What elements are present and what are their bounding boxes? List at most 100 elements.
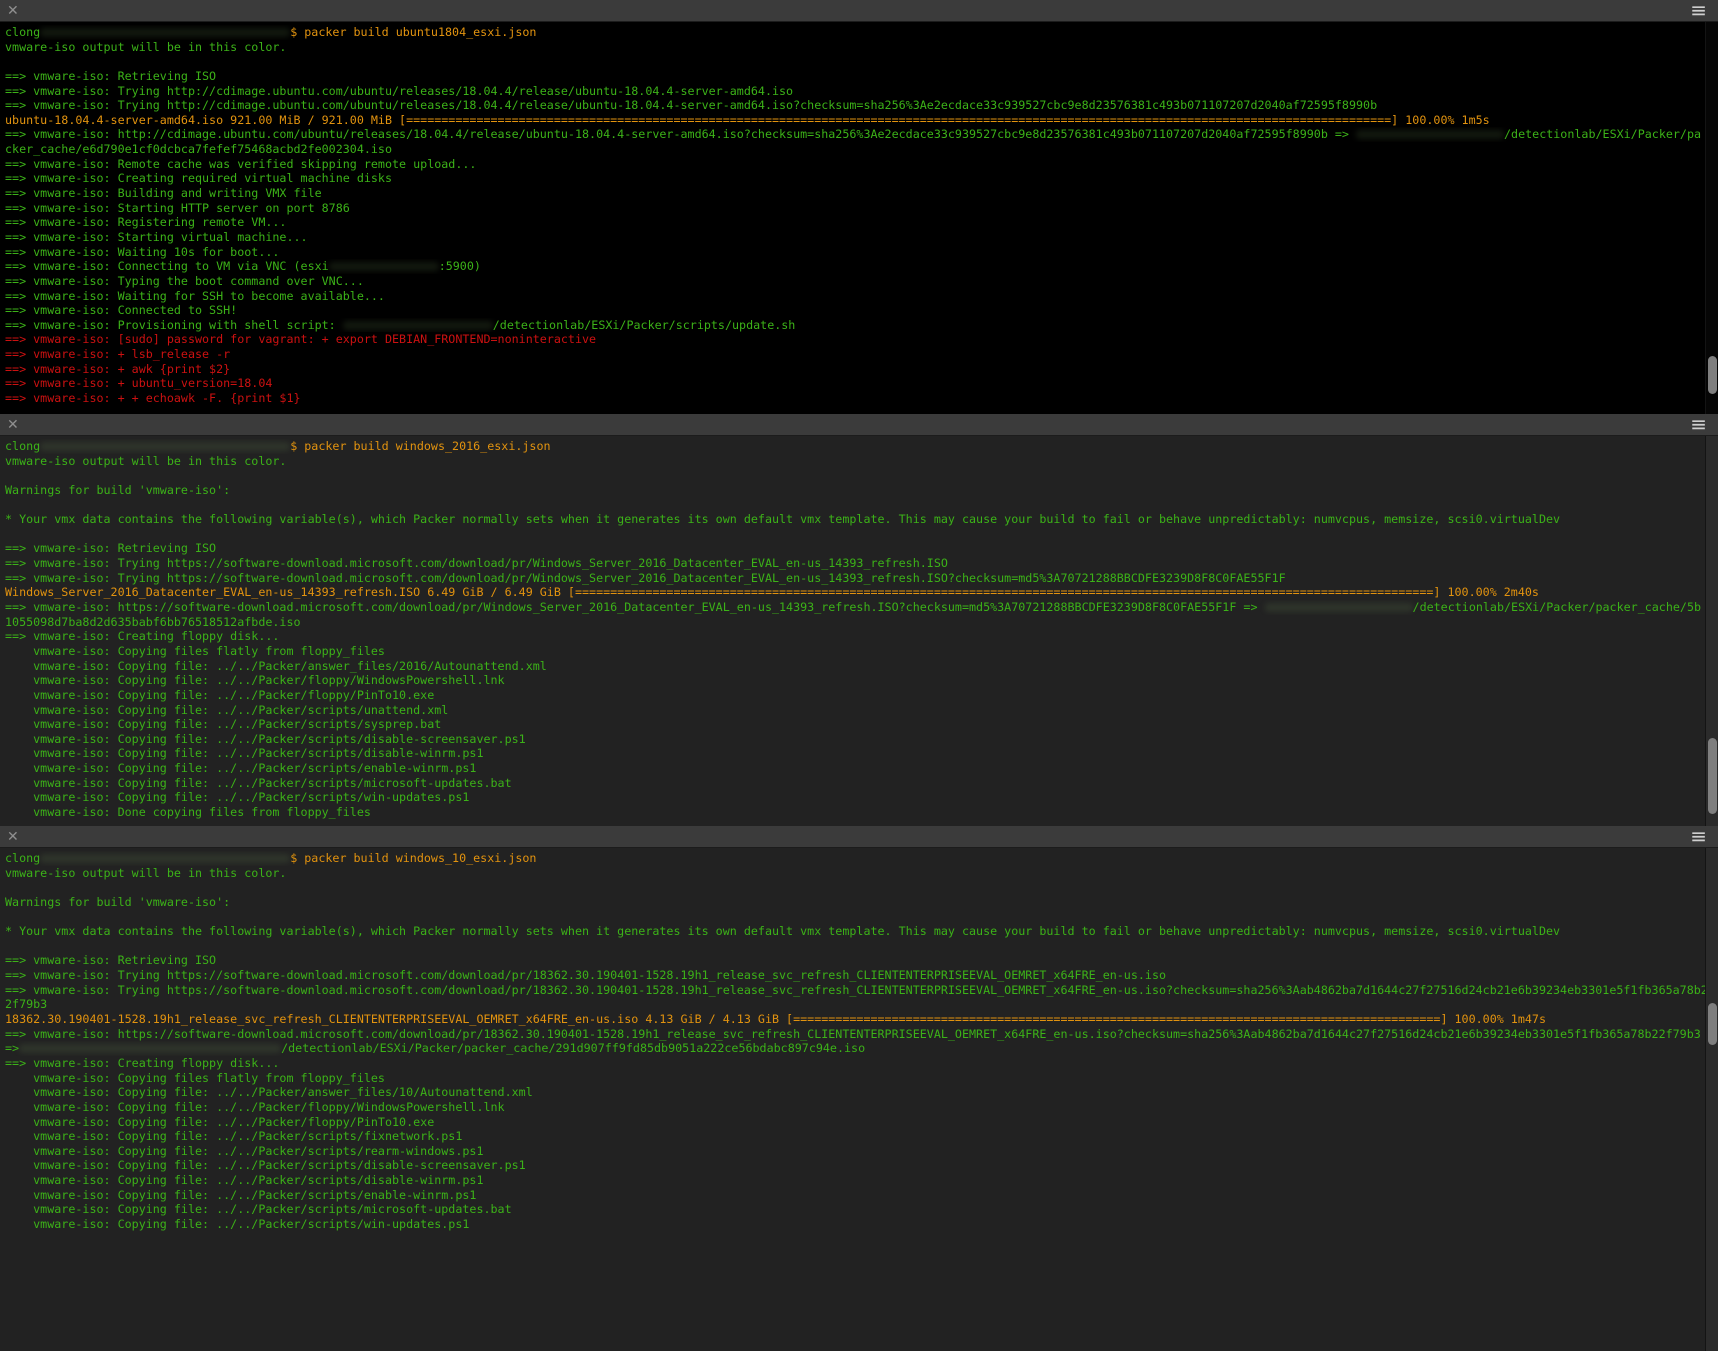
terminal-text: vmware-iso: Copying file: ../../Packer/s… (5, 1188, 476, 1202)
terminal-text: vmware-iso: Copying file: ../../Packer/f… (5, 1115, 434, 1129)
terminal-row (5, 910, 1718, 925)
terminal-row: vmware-iso: Copying file: ../../Packer/s… (5, 1217, 1718, 1232)
terminal-row: vmware-iso: Copying file: ../../Packer/a… (5, 659, 1718, 674)
terminal-text: vmware-iso: Copying file: ../../Packer/s… (5, 790, 469, 804)
terminal-text: vmware-iso: Copying file: ../../Packer/s… (5, 761, 476, 775)
terminal-rows: clong$ packer build windows_10_esxi.json… (0, 848, 1718, 1232)
scrollbar-thumb[interactable] (1708, 1003, 1717, 1045)
terminal-content[interactable]: clong$ packer build windows_10_esxi.json… (0, 848, 1718, 1351)
terminal-row: ==> vmware-iso: Provisioning with shell … (5, 318, 1718, 333)
menu-icon[interactable]: ≡ (1690, 413, 1706, 435)
terminal-row: vmware-iso: Copying file: ../../Packer/a… (5, 1085, 1718, 1100)
redacted-text-blur (329, 262, 439, 271)
titlebar[interactable]: ✕ ≡ (0, 0, 1718, 22)
terminal-row: ==> vmware-iso: [sudo] password for vagr… (5, 332, 1718, 347)
terminal-text: => (5, 1041, 19, 1055)
terminal-row: ==> vmware-iso: Trying https://software-… (5, 968, 1718, 983)
terminal-text: ==> vmware-iso: Starting HTTP server on … (5, 201, 350, 215)
terminal-text: $ packer build ubuntu1804_esxi.json (290, 25, 536, 39)
terminal-row: Windows_Server_2016_Datacenter_EVAL_en-u… (5, 585, 1718, 600)
terminal-row (5, 939, 1718, 954)
scrollbar-thumb[interactable] (1708, 356, 1717, 394)
terminal-row: ==> vmware-iso: http://cdimage.ubuntu.co… (5, 127, 1718, 142)
terminal-text: vmware-iso output will be in this color. (5, 454, 286, 468)
terminal-text: /detectionlab/ESXi/Packer/pa (1504, 127, 1701, 141)
titlebar[interactable]: ✕ ≡ (0, 414, 1718, 436)
terminal-text: vmware-iso: Copying file: ../../Packer/s… (5, 703, 448, 717)
terminal-row: vmware-iso: Copying files flatly from fl… (5, 1071, 1718, 1086)
terminal-content[interactable]: clong $ packer build ubuntu1804_esxi.json… (0, 22, 1718, 414)
terminal-text: cker_cache/e6d790e1cf0dcbca7fefef75468ac… (5, 142, 392, 156)
terminal-text: vmware-iso: Copying file: ../../Packer/s… (5, 1144, 483, 1158)
terminal-row: ==> vmware-iso: Creating floppy disk... (5, 629, 1718, 644)
close-icon[interactable]: ✕ (7, 827, 19, 847)
redacted-text-blur (19, 1044, 281, 1053)
menu-icon[interactable]: ≡ (1690, 825, 1706, 847)
close-icon[interactable]: ✕ (7, 1, 19, 21)
terminal-row: ==> vmware-iso: + ubuntu_version=18.04 (5, 376, 1718, 391)
terminal-text: ==> vmware-iso: Waiting 10s for boot... (5, 245, 279, 259)
terminal-text: vmware-iso: Copying file: ../../Packer/s… (5, 717, 441, 731)
terminal-row: ==> vmware-iso: Creating floppy disk... (5, 1056, 1718, 1071)
terminal-text: clong (5, 439, 40, 453)
terminal-row: vmware-iso: Copying file: ../../Packer/f… (5, 673, 1718, 688)
terminal-text: vmware-iso: Copying file: ../../Packer/s… (5, 732, 526, 746)
terminal-row: vmware-iso: Copying file: ../../Packer/s… (5, 790, 1718, 805)
terminal-text: $ packer build windows_2016_esxi.json (290, 439, 550, 453)
terminal-text: vmware-iso: Copying file: ../../Packer/a… (5, 1085, 533, 1099)
terminal-row: vmware-iso: Copying file: ../../Packer/s… (5, 717, 1718, 732)
terminal-row: * Your vmx data contains the following v… (5, 924, 1718, 939)
terminal-text: clong (5, 25, 40, 39)
scrollbar-thumb[interactable] (1708, 738, 1717, 814)
terminal-row: ==> vmware-iso: Typing the boot command … (5, 274, 1718, 289)
terminal-text: 2f79b3 (5, 997, 47, 1011)
close-icon[interactable]: ✕ (7, 415, 19, 435)
terminal-text: ==> vmware-iso: Trying https://software-… (5, 983, 1708, 997)
terminal-row: 18362.30.190401-1528.19h1_release_svc_re… (5, 1012, 1718, 1027)
terminal-row: ==> vmware-iso: Trying https://software-… (5, 983, 1718, 998)
terminal-text: vmware-iso: Copying files flatly from fl… (5, 644, 385, 658)
terminal-row: vmware-iso: Copying file: ../../Packer/s… (5, 1129, 1718, 1144)
terminal-row: ==> vmware-iso: Remote cache was verifie… (5, 157, 1718, 172)
titlebar[interactable]: ✕ ≡ (0, 826, 1718, 848)
terminal-row: ubuntu-18.04.4-server-amd64.iso 921.00 M… (5, 113, 1718, 128)
terminal-row: vmware-iso: Copying file: ../../Packer/s… (5, 703, 1718, 718)
terminal-pane-ubuntu1804: ✕ ≡ clong $ packer build ubuntu1804_esxi.… (0, 0, 1718, 414)
terminal-text: vmware-iso output will be in this color. (5, 866, 286, 880)
terminal-rows: clong $ packer build ubuntu1804_esxi.json… (0, 22, 1718, 406)
redacted-text-blur (1356, 130, 1504, 139)
terminal-row: => /detectionlab/ESXi/Packer/packer_cache… (5, 1041, 1718, 1056)
terminal-rows: clong $ packer build windows_2016_esxi.js… (0, 436, 1718, 820)
terminal-row: ==> vmware-iso: https://software-downloa… (5, 1027, 1718, 1042)
terminal-row: vmware-iso: Copying file: ../../Packer/f… (5, 688, 1718, 703)
terminal-text: ==> vmware-iso: Creating required virtua… (5, 171, 392, 185)
terminal-text: ==> vmware-iso: Remote cache was verifie… (5, 157, 476, 171)
terminal-row: Warnings for build 'vmware-iso': (5, 895, 1718, 910)
redacted-text-blur (1265, 603, 1413, 612)
terminal-text: ==> vmware-iso: + lsb_release -r (5, 347, 230, 361)
terminal-content[interactable]: clong $ packer build windows_2016_esxi.js… (0, 436, 1718, 826)
terminal-row: ==> vmware-iso: + lsb_release -r (5, 347, 1718, 362)
terminal-text: /detectionlab/ESXi/Packer/packer_cache/2… (281, 1041, 865, 1055)
terminal-row: ==> vmware-iso: Retrieving ISO (5, 541, 1718, 556)
terminal-text: Warnings for build 'vmware-iso': (5, 483, 230, 497)
terminal-row: clong$ packer build windows_10_esxi.json (5, 851, 1718, 866)
terminal-text: vmware-iso: Copying file: ../../Packer/s… (5, 1158, 526, 1172)
terminal-row: ==> vmware-iso: + awk {print $2} (5, 362, 1718, 377)
scrollbar[interactable] (1705, 436, 1718, 826)
menu-icon[interactable]: ≡ (1690, 0, 1706, 21)
terminal-row: ==> vmware-iso: Retrieving ISO (5, 69, 1718, 84)
terminal-row: vmware-iso: Copying file: ../../Packer/s… (5, 1202, 1718, 1217)
terminal-text: :5900) (439, 259, 481, 273)
terminal-text: ==> vmware-iso: Creating floppy disk... (5, 1056, 279, 1070)
terminal-row: vmware-iso: Copying file: ../../Packer/f… (5, 1100, 1718, 1115)
terminal-row: ==> vmware-iso: https://software-downloa… (5, 600, 1718, 615)
terminal-text: vmware-iso: Copying file: ../../Packer/s… (5, 1173, 483, 1187)
scrollbar[interactable] (1705, 848, 1718, 1351)
terminal-text: ==> vmware-iso: https://software-downloa… (5, 600, 1265, 614)
terminal-text: ==> vmware-iso: Building and writing VMX… (5, 186, 322, 200)
terminal-row: vmware-iso: Copying file: ../../Packer/s… (5, 761, 1718, 776)
scrollbar[interactable] (1705, 22, 1718, 414)
terminal-row: ==> vmware-iso: Connected to SSH! (5, 303, 1718, 318)
terminal-row: * Your vmx data contains the following v… (5, 512, 1718, 527)
